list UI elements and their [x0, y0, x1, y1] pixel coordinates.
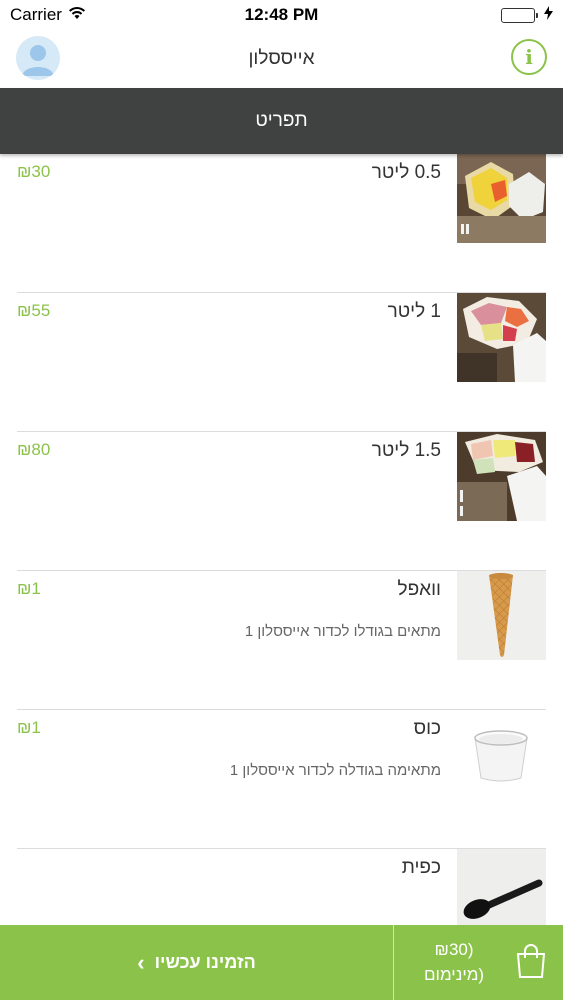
list-item[interactable]: וואפל מתאים בגודלו לכדור אייססלון 1 ₪1 — [0, 571, 563, 710]
nav-bar: אייססלון i — [0, 30, 563, 88]
order-now-button[interactable]: ‹ הזמינו עכשיו — [0, 925, 394, 1000]
list-item[interactable]: 1 ליטר ₪55 — [0, 293, 563, 432]
list-item[interactable]: כפית — [0, 849, 563, 925]
order-now-label: הזמינו עכשיו — [154, 952, 256, 972]
product-name: כוס — [413, 718, 441, 739]
product-image-ice-cream-box — [457, 293, 546, 382]
list-item[interactable]: כוס מתאימה בגודלה לכדור אייססלון 1 ₪1 — [0, 710, 563, 849]
chevron-left-icon: ‹ — [137, 949, 145, 975]
product-name: וואפל — [397, 579, 441, 600]
wifi-icon — [68, 5, 86, 25]
product-image-ice-cream-box — [457, 432, 546, 521]
cart-minimum-label: מינימום) — [424, 965, 485, 984]
product-list: 0.5 ליטר ₪30 1 ליטר ₪55 1.5 ליטר ₪80 ווא… — [0, 154, 563, 925]
product-price: ₪80 — [17, 440, 51, 459]
charging-icon — [544, 5, 553, 25]
product-price: ₪30 — [17, 162, 51, 181]
product-name: 1.5 ליטר — [371, 440, 441, 461]
cart-minimum-text: ₪30) מינימום) — [424, 937, 484, 987]
bottom-bar: ‹ הזמינו עכשיו ₪30) מינימום) — [0, 925, 563, 1000]
product-image-ice-cream-box — [457, 154, 546, 243]
menu-bar: תפריט — [0, 88, 563, 154]
product-name: 0.5 ליטר — [371, 162, 441, 183]
list-item[interactable]: 0.5 ליטר ₪30 — [0, 154, 563, 293]
status-bar: Carrier 12:48 PM — [0, 0, 563, 30]
battery-icon — [501, 7, 538, 23]
product-price: ₪55 — [17, 301, 51, 320]
menu-bar-label: תפריט — [255, 110, 308, 131]
product-name: 1 ליטר — [387, 301, 441, 322]
page-title: אייססלון — [248, 48, 315, 69]
product-image-spoon — [457, 849, 546, 925]
carrier-label: Carrier — [10, 5, 62, 24]
product-name: כפית — [401, 857, 441, 878]
list-item[interactable]: 1.5 ליטר ₪80 — [0, 432, 563, 571]
product-price: ₪1 — [17, 579, 41, 598]
product-image-cup — [457, 710, 546, 799]
info-icon[interactable]: i — [511, 39, 547, 75]
cart-summary[interactable]: ₪30) מינימום) — [394, 925, 563, 1000]
shopping-bag-icon — [515, 943, 547, 979]
product-description: מתאימה בגודלה לכדור אייססלון 1 — [229, 762, 441, 779]
cart-minimum-amount: ₪30) — [434, 940, 474, 959]
product-description: מתאים בגודלו לכדור אייססלון 1 — [244, 623, 441, 640]
product-price: ₪1 — [17, 718, 41, 737]
avatar-icon[interactable] — [16, 36, 60, 80]
product-image-waffle-cone — [457, 571, 546, 660]
